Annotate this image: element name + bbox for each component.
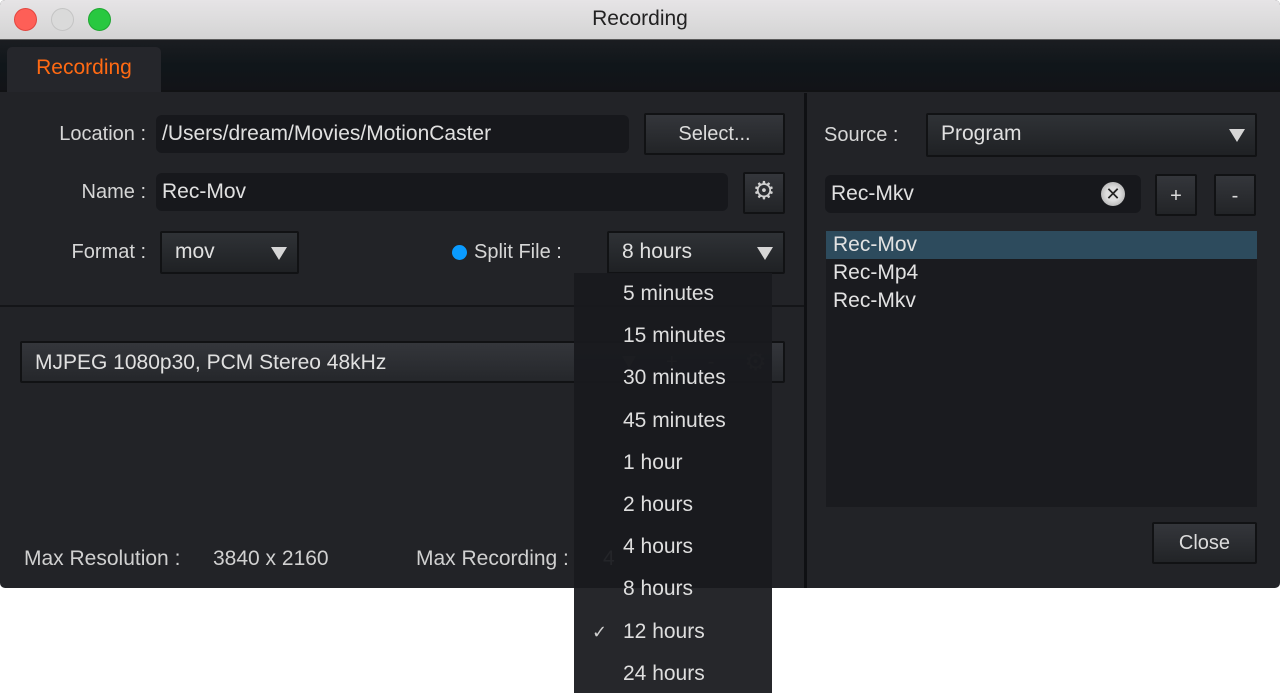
gear-icon: ⚙ bbox=[752, 177, 776, 205]
split-file-label: Split File : bbox=[474, 241, 562, 263]
menu-item-8-hours[interactable]: 8 hours bbox=[574, 568, 772, 610]
chevron-down-icon bbox=[1229, 129, 1245, 142]
source-select[interactable]: Program bbox=[926, 113, 1257, 157]
checkmark-icon: ✓ bbox=[592, 621, 608, 642]
menu-item-label: 8 hours bbox=[623, 577, 694, 601]
max-recording-label: Max Recording : bbox=[416, 547, 569, 570]
menu-item-4-hours[interactable]: 4 hours bbox=[574, 526, 772, 568]
format-select[interactable]: mov bbox=[160, 231, 299, 274]
menu-item-45-minutes[interactable]: 45 minutes bbox=[574, 400, 772, 442]
menu-item-1-hour[interactable]: 1 hour bbox=[574, 442, 772, 484]
format-value: mov bbox=[175, 240, 215, 263]
location-field[interactable]: /Users/dream/Movies/MotionCaster bbox=[156, 115, 629, 153]
menu-item-label: 12 hours bbox=[623, 619, 705, 643]
menu-item-label: 15 minutes bbox=[623, 324, 726, 348]
menu-item-label: 5 minutes bbox=[623, 282, 715, 305]
menu-item-label: 45 minutes bbox=[623, 408, 726, 432]
menu-item-24-hours[interactable]: 24 hours bbox=[574, 653, 772, 693]
chevron-down-icon bbox=[757, 247, 773, 260]
location-label: Location : bbox=[59, 123, 146, 145]
name-field[interactable]: Rec-Mov bbox=[156, 173, 728, 211]
max-resolution-label: Max Resolution : bbox=[24, 547, 181, 570]
source-value: Program bbox=[941, 122, 1022, 145]
split-file-select[interactable]: 8 hours bbox=[607, 231, 785, 274]
window-title: Recording bbox=[592, 7, 688, 30]
profile-list[interactable]: Rec-Mov Rec-Mp4 Rec-Mkv bbox=[826, 231, 1257, 507]
menu-item-5-minutes[interactable]: 5 minutes bbox=[574, 273, 772, 315]
profile-list-item[interactable]: Rec-Mov bbox=[826, 231, 1257, 259]
menu-item-15-minutes[interactable]: 15 minutes bbox=[574, 315, 772, 357]
add-profile-button[interactable]: + bbox=[1155, 174, 1197, 216]
preset-value: MJPEG 1080p30, PCM Stereo 48kHz bbox=[35, 351, 387, 374]
remove-profile-button[interactable]: - bbox=[1214, 174, 1256, 216]
menu-item-30-minutes[interactable]: 30 minutes bbox=[574, 357, 772, 399]
menu-item-label: 30 minutes bbox=[623, 366, 726, 390]
clear-icon[interactable]: ✕ bbox=[1101, 182, 1125, 206]
close-button[interactable]: Close bbox=[1152, 522, 1257, 564]
menu-item-label: 4 hours bbox=[623, 535, 694, 559]
profile-list-item[interactable]: Rec-Mkv bbox=[826, 287, 1257, 315]
title-bar: Recording bbox=[0, 0, 1280, 40]
menu-item-2-hours[interactable]: 2 hours bbox=[574, 484, 772, 526]
pane-divider bbox=[804, 93, 807, 588]
split-file-toggle[interactable] bbox=[452, 245, 467, 260]
name-settings-button[interactable]: ⚙ bbox=[743, 172, 785, 214]
menu-item-label: 24 hours bbox=[623, 661, 705, 685]
menu-item-label: 2 hours bbox=[623, 492, 694, 516]
profile-list-item[interactable]: Rec-Mp4 bbox=[826, 259, 1257, 287]
max-resolution-value: 3840 x 2160 bbox=[213, 547, 329, 570]
menu-item-12-hours[interactable]: ✓ 12 hours bbox=[574, 611, 772, 653]
source-label: Source : bbox=[824, 124, 899, 146]
select-location-button[interactable]: Select... bbox=[644, 113, 785, 155]
menu-item-label: 1 hour bbox=[623, 450, 683, 474]
tab-recording[interactable]: Recording bbox=[7, 47, 161, 92]
name-label: Name : bbox=[81, 181, 146, 203]
chevron-down-icon bbox=[271, 247, 287, 260]
profile-name-field[interactable]: Rec-Mkv bbox=[825, 175, 1141, 213]
split-file-menu: 5 minutes 15 minutes 30 minutes 45 minut… bbox=[574, 273, 772, 693]
tab-bar: Recording bbox=[0, 40, 1280, 92]
format-label: Format : bbox=[71, 241, 146, 263]
split-file-value: 8 hours bbox=[622, 240, 693, 263]
